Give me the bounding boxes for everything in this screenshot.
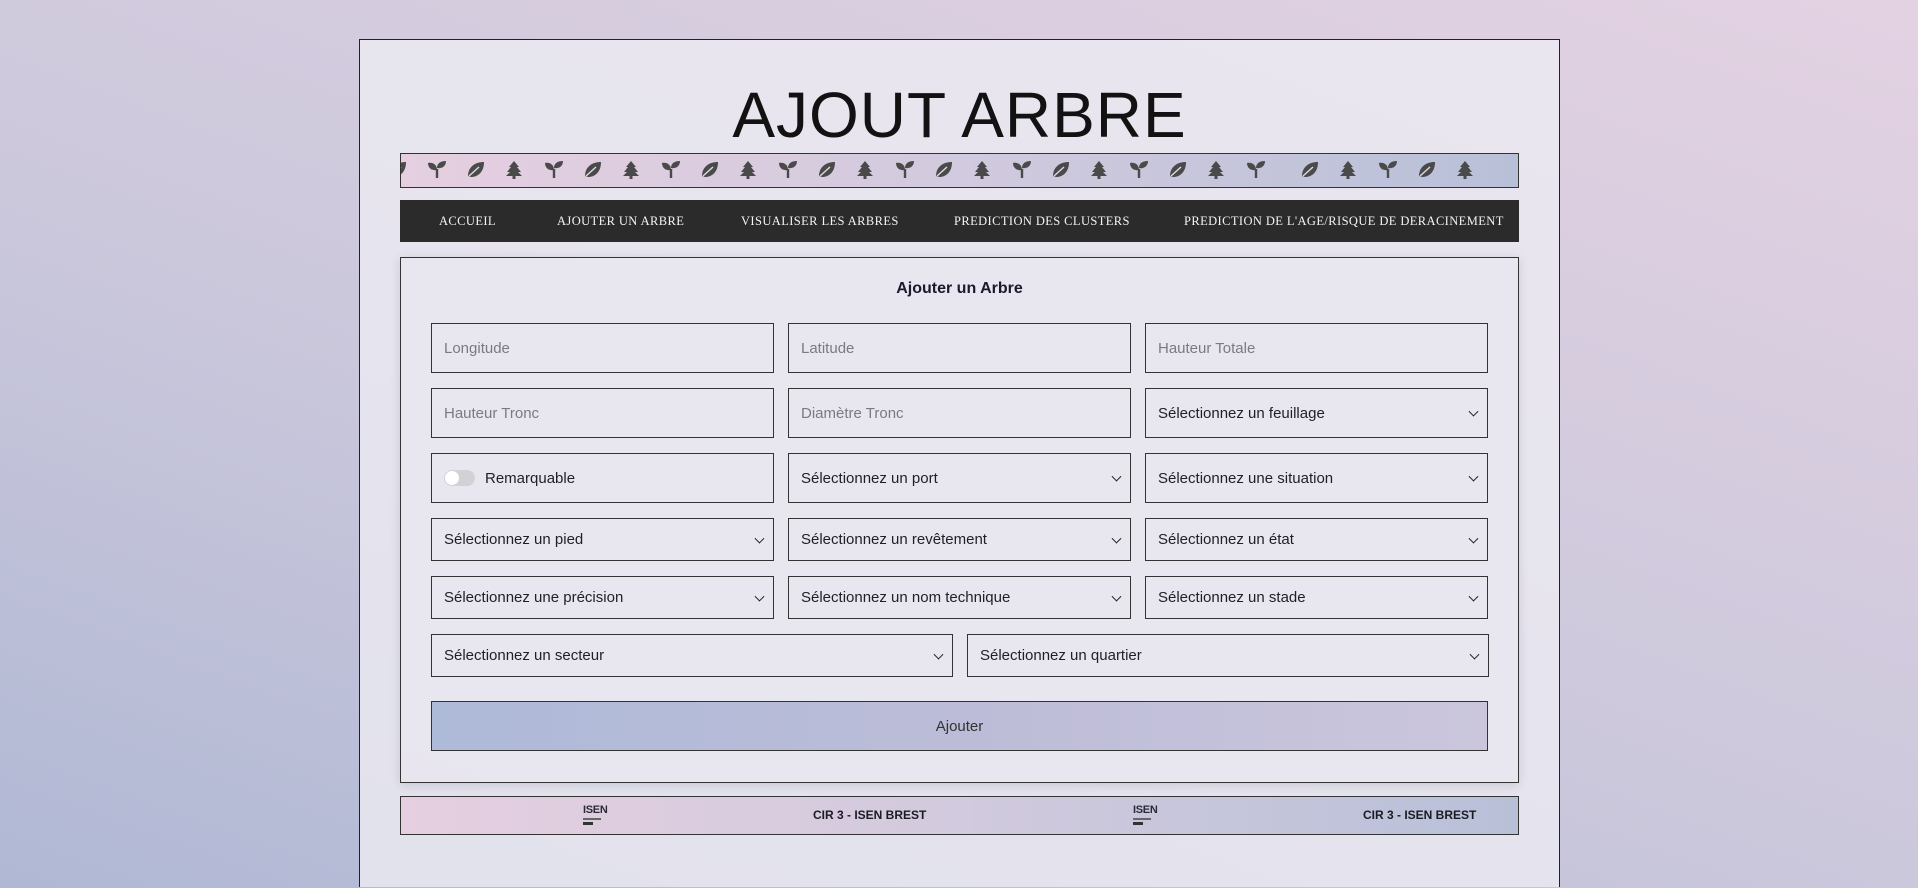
- hauteur-totale-input[interactable]: [1145, 323, 1488, 373]
- chevron-down-icon: [1469, 649, 1480, 660]
- longitude-input[interactable]: [431, 323, 774, 373]
- isen-logo-stripe: [1133, 818, 1151, 820]
- isen-logo: ISEN: [583, 805, 611, 827]
- footer-text: CIR 3 - ISEN BREST: [813, 808, 927, 822]
- nom-technique-select[interactable]: Sélectionnez un nom technique: [788, 576, 1131, 619]
- isen-logo-stripe: [583, 818, 601, 820]
- leaf-icon: [702, 162, 718, 177]
- add-tree-form: Ajouter un Arbre Sélectionnez un feuilla…: [400, 257, 1519, 783]
- page-title: AJOUT ARBRE: [732, 79, 1187, 151]
- stade-select-value: Sélectionnez un stade: [1158, 589, 1306, 606]
- secteur-select[interactable]: Sélectionnez un secteur: [431, 634, 953, 677]
- feuillage-select[interactable]: Sélectionnez un feuillage: [1145, 388, 1488, 438]
- leaf-icon: [468, 162, 484, 177]
- leaf-icon: [819, 162, 835, 177]
- quartier-select-value: Sélectionnez un quartier: [980, 647, 1142, 664]
- icon-ticker-banner: [400, 153, 1519, 188]
- nav-item-visualiser-arbres[interactable]: Visualiser les Arbres: [741, 200, 899, 242]
- isen-logo-text: ISEN: [583, 804, 608, 816]
- sprout-icon: [428, 161, 446, 178]
- latitude-input[interactable]: [788, 323, 1131, 373]
- chevron-down-icon: [1111, 533, 1122, 544]
- hauteur-tronc-input[interactable]: [431, 388, 774, 438]
- chevron-down-icon: [1111, 591, 1122, 602]
- diametre-tronc-input[interactable]: [788, 388, 1131, 438]
- sprout-icon: [662, 161, 680, 178]
- sprout-icon: [1379, 161, 1397, 178]
- pine-tree-icon: [623, 161, 639, 179]
- leaf-icon: [1170, 162, 1186, 177]
- isen-logo-bar: [1133, 822, 1143, 825]
- secteur-select-value: Sélectionnez un secteur: [444, 647, 605, 664]
- form-title: Ajouter un Arbre: [896, 280, 1023, 297]
- chevron-down-icon: [754, 533, 765, 544]
- footer-banner: ISEN CIR 3 - ISEN BREST ISEN CIR 3 - ISE…: [400, 796, 1519, 835]
- stade-select[interactable]: Sélectionnez un stade: [1145, 576, 1488, 619]
- leaf-icon: [401, 162, 406, 175]
- leaf-icon: [936, 162, 952, 177]
- pine-tree-icon: [1091, 161, 1107, 179]
- chevron-down-icon: [1111, 471, 1122, 482]
- nom-technique-select-value: Sélectionnez un nom technique: [801, 589, 1011, 606]
- port-select-value: Sélectionnez un port: [801, 469, 938, 487]
- nav-item-accueil[interactable]: Accueil: [439, 200, 496, 242]
- pine-tree-icon: [1457, 161, 1473, 179]
- isen-logo: ISEN: [1133, 805, 1161, 827]
- isen-logo-text: ISEN: [1133, 804, 1158, 816]
- revetement-select[interactable]: Sélectionnez un revêtement: [788, 518, 1131, 561]
- etat-select-value: Sélectionnez un état: [1158, 531, 1294, 548]
- leaf-icon: [1053, 162, 1069, 177]
- chevron-down-icon: [1468, 471, 1479, 482]
- leaf-icon: [1419, 162, 1435, 177]
- pied-select[interactable]: Sélectionnez un pied: [431, 518, 774, 561]
- pine-tree-icon: [740, 161, 756, 179]
- chevron-down-icon: [754, 591, 765, 602]
- precision-select[interactable]: Sélectionnez une précision: [431, 576, 774, 619]
- pine-tree-icon: [857, 161, 873, 179]
- pied-select-value: Sélectionnez un pied: [444, 531, 584, 548]
- isen-logo-bar: [583, 822, 593, 825]
- sprout-icon: [1013, 161, 1031, 178]
- situation-select[interactable]: Sélectionnez une situation: [1145, 453, 1488, 503]
- sprout-icon: [1130, 161, 1148, 178]
- nav-item-prediction-age-risque[interactable]: Prediction de l'age/risque de deracineme…: [1184, 200, 1504, 242]
- remarquable-field: Remarquable: [431, 453, 774, 503]
- chevron-down-icon: [933, 649, 944, 660]
- leaf-icon: [1302, 162, 1318, 177]
- sprout-icon: [545, 161, 563, 178]
- etat-select[interactable]: Sélectionnez un état: [1145, 518, 1488, 561]
- page-container: AJOUT ARBRE Accueil Ajouter un Arbre Vis…: [359, 39, 1560, 887]
- chevron-down-icon: [1468, 406, 1479, 417]
- remarquable-toggle[interactable]: [444, 470, 475, 486]
- pine-tree-icon: [1208, 161, 1224, 179]
- nav-item-prediction-clusters[interactable]: Prediction des clusters: [954, 200, 1130, 242]
- sprout-icon: [896, 161, 914, 178]
- nav-item-ajouter-arbre[interactable]: Ajouter un Arbre: [557, 200, 684, 242]
- feuillage-select-value: Sélectionnez un feuillage: [1158, 404, 1325, 422]
- leaf-icon: [585, 162, 601, 177]
- main-nav: Accueil Ajouter un Arbre Visualiser les …: [400, 200, 1519, 242]
- ajouter-button[interactable]: Ajouter: [431, 701, 1488, 751]
- revetement-select-value: Sélectionnez un revêtement: [801, 531, 987, 548]
- chevron-down-icon: [1468, 591, 1479, 602]
- pine-tree-icon: [1340, 161, 1356, 179]
- pine-tree-icon: [974, 161, 990, 179]
- footer-text: CIR 3 - ISEN BREST: [1363, 808, 1477, 822]
- sprout-icon: [1247, 161, 1265, 178]
- remarquable-label: Remarquable: [485, 469, 576, 487]
- situation-select-value: Sélectionnez une situation: [1158, 469, 1334, 487]
- port-select[interactable]: Sélectionnez un port: [788, 453, 1131, 503]
- sprout-icon: [779, 161, 797, 178]
- quartier-select[interactable]: Sélectionnez un quartier: [967, 634, 1489, 677]
- chevron-down-icon: [1468, 533, 1479, 544]
- precision-select-value: Sélectionnez une précision: [444, 589, 624, 606]
- pine-tree-icon: [506, 161, 522, 179]
